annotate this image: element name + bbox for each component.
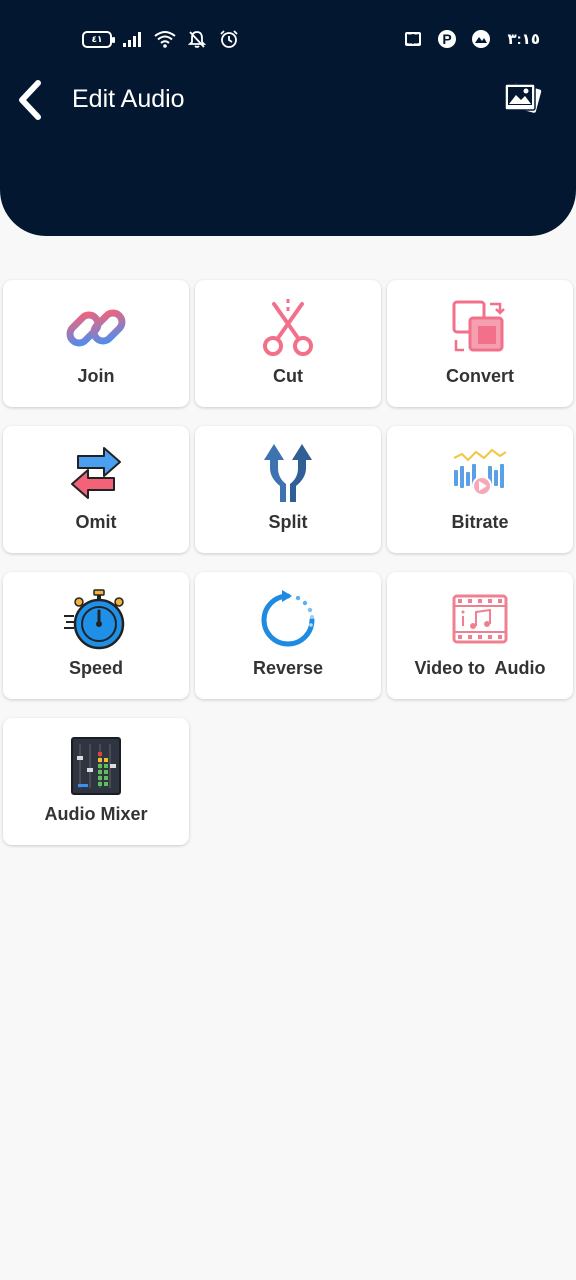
tool-label: Join <box>77 366 115 386</box>
page-title: Edit Audio <box>72 85 185 113</box>
tool-card-cut[interactable]: Cut <box>195 280 381 407</box>
mixer-icon <box>64 734 128 798</box>
pinterest-icon: P <box>436 28 458 50</box>
clock-time: ٣:١٥ <box>507 31 540 48</box>
tool-card-convert[interactable]: Convert <box>387 280 573 407</box>
tool-card-omit[interactable]: Omit <box>3 426 189 553</box>
gallery-button[interactable] <box>498 76 548 124</box>
toolbar: Edit Audio <box>0 72 576 128</box>
swap-arrows-icon <box>64 442 128 506</box>
waveform-icon <box>448 442 512 506</box>
tool-label: Audio Mixer <box>44 804 148 824</box>
tool-label: Reverse <box>252 658 324 678</box>
scissors-icon <box>256 296 320 360</box>
tool-label: Video to Audio <box>414 658 546 678</box>
tool-label: Speed <box>68 658 124 678</box>
tool-card-reverse[interactable]: Reverse <box>195 572 381 699</box>
tool-label: Omit <box>75 512 117 532</box>
tool-label: Split <box>268 512 308 532</box>
link-icon <box>64 296 128 360</box>
convert-icon <box>448 296 512 360</box>
wifi-icon <box>154 28 176 50</box>
tool-label: Convert <box>445 366 514 386</box>
tool-card-video-to-audio[interactable]: Video to Audio <box>387 572 573 699</box>
tool-label: Bitrate <box>451 512 509 532</box>
app-header: ٤١ P ٣:١٥ Edit Audio <box>0 0 576 236</box>
reverse-circle-icon <box>256 588 320 652</box>
signal-icon <box>122 28 144 50</box>
tool-card-bitrate[interactable]: Bitrate <box>387 426 573 553</box>
book-icon <box>402 28 424 50</box>
tool-card-split[interactable]: Split <box>195 426 381 553</box>
gallery-icon <box>504 83 542 113</box>
bell-off-icon <box>186 28 208 50</box>
tool-card-audio-mixer[interactable]: Audio Mixer <box>3 718 189 845</box>
tool-label: Cut <box>273 366 303 386</box>
tool-card-join[interactable]: Join <box>3 280 189 407</box>
battery-icon: ٤١ <box>82 30 115 48</box>
map-icon <box>470 28 492 50</box>
svg-text:P: P <box>442 31 451 47</box>
back-button[interactable] <box>12 76 48 124</box>
alarm-icon <box>218 28 240 50</box>
battery-text: ٤١ <box>91 33 103 44</box>
tool-card-speed[interactable]: Speed <box>3 572 189 699</box>
film-music-icon <box>448 588 512 652</box>
status-bar: ٤١ P ٣:١٥ <box>0 0 576 72</box>
stopwatch-icon <box>64 588 128 652</box>
chevron-left-icon <box>19 80 41 120</box>
split-arrow-icon <box>256 442 320 506</box>
